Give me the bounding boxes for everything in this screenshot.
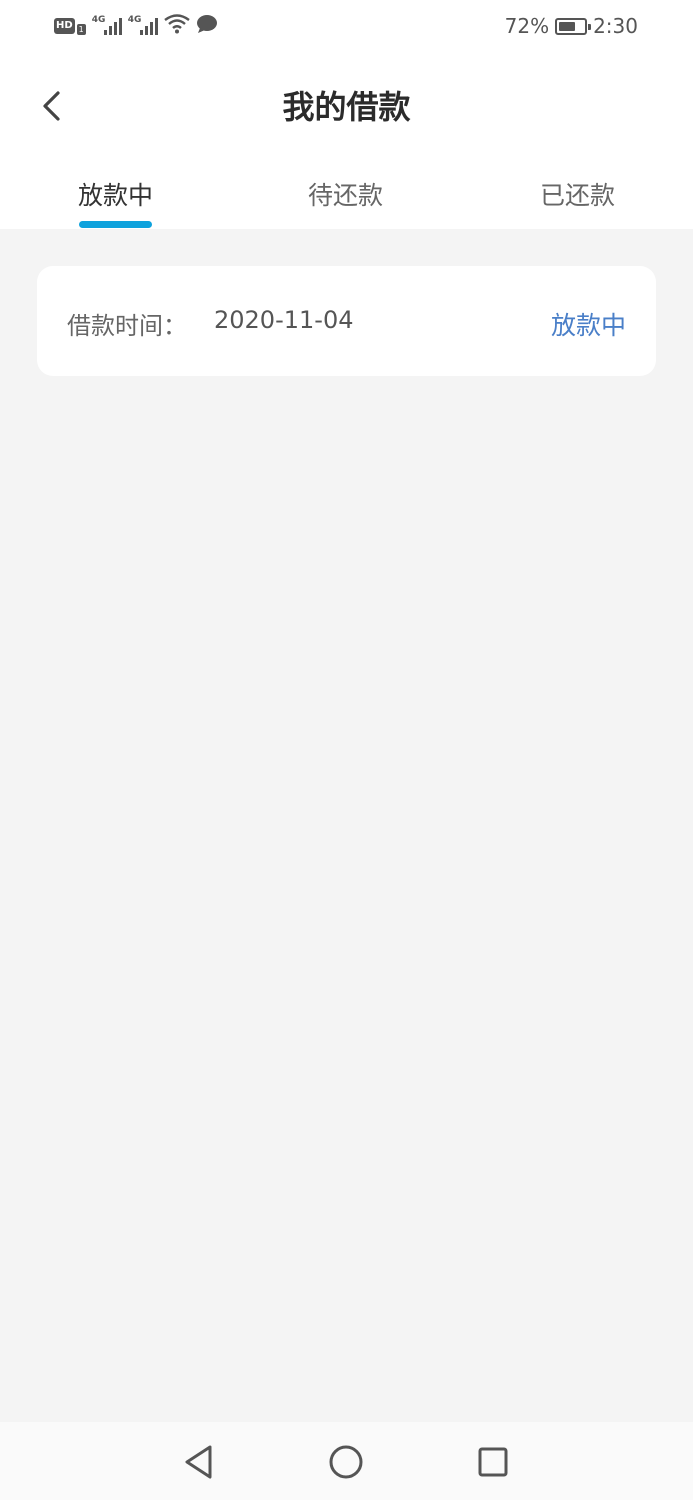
hd-icon: HD 1 — [54, 17, 86, 35]
loan-card[interactable]: 借款时间： 2020-11-04 放款中 — [37, 266, 656, 376]
system-nav-bar — [0, 1422, 693, 1500]
loan-date: 2020-11-04 — [214, 306, 354, 334]
system-back-button[interactable] — [178, 1442, 218, 1482]
clock: 2:30 — [593, 14, 638, 38]
back-triangle-icon — [185, 1445, 212, 1479]
tab-pending-repayment[interactable]: 待还款 — [308, 176, 383, 212]
system-home-button[interactable] — [326, 1442, 366, 1482]
signal-icon: 4G — [92, 15, 122, 37]
battery-icon — [555, 17, 592, 35]
hd-label: HD — [54, 18, 75, 34]
message-icon — [196, 14, 218, 38]
active-tab-indicator — [79, 221, 152, 228]
app-header: 我的借款 — [0, 54, 693, 156]
loan-time-label: 借款时间： — [67, 312, 187, 340]
hd-sub: 1 — [76, 24, 86, 35]
system-recents-button[interactable] — [473, 1442, 513, 1482]
battery-fill — [559, 21, 576, 31]
signal-icon: 4G — [128, 15, 158, 37]
tab-disbursing[interactable]: 放款中 — [78, 176, 153, 212]
tab-bar: 放款中 待还款 已还款 — [0, 156, 693, 229]
status-bar: HD 1 4G 4G 72% 2:30 — [0, 0, 693, 54]
battery-percent: 72% — [504, 14, 550, 38]
status-left: HD 1 4G 4G — [54, 14, 218, 38]
tab-repaid[interactable]: 已还款 — [540, 176, 615, 212]
home-circle-icon — [329, 1445, 363, 1479]
page-title: 我的借款 — [282, 88, 411, 126]
wifi-icon — [164, 14, 190, 38]
recents-square-icon — [478, 1447, 508, 1477]
loan-status: 放款中 — [550, 311, 626, 340]
status-right: 72% 2:30 — [505, 13, 638, 39]
